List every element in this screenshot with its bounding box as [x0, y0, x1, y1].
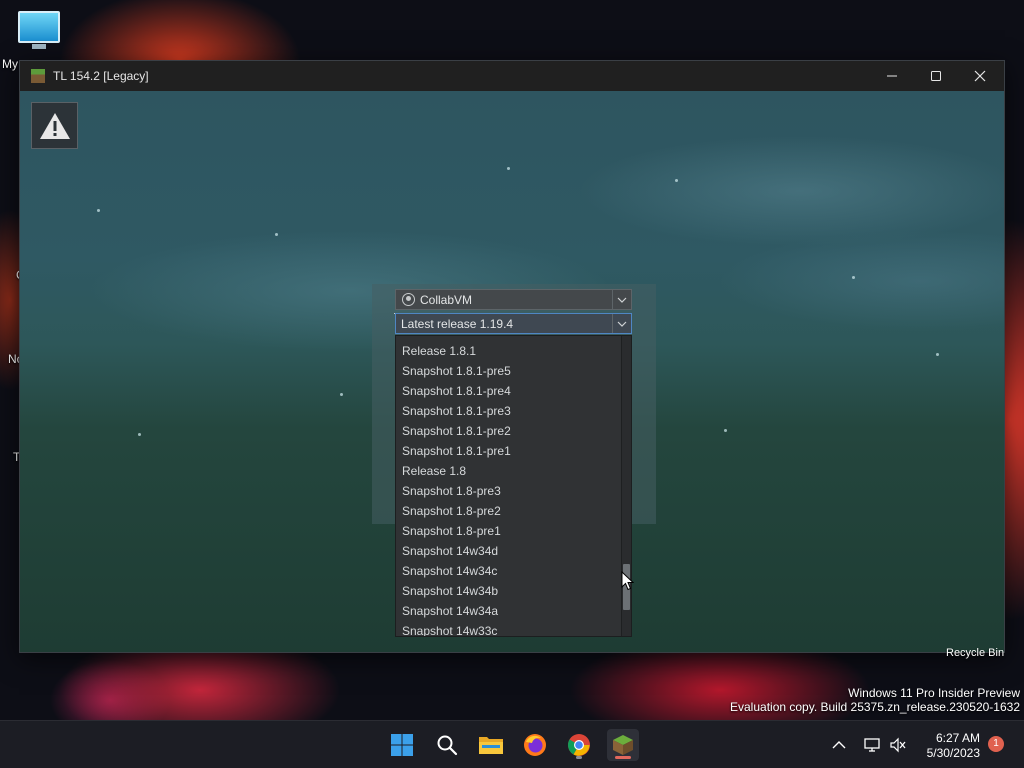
version-list-item[interactable]: Release 1.8.1 [396, 341, 631, 361]
background-star [275, 233, 278, 236]
volume-status[interactable] [889, 721, 907, 768]
launcher-window: TL 154.2 [Legacy] CollabVM Latest releas… [19, 60, 1005, 653]
version-list-item[interactable]: Release 1.8 [396, 461, 631, 481]
maximize-icon [931, 71, 941, 81]
warning-button[interactable] [31, 102, 78, 149]
chrome-icon [568, 734, 590, 756]
version-select[interactable]: Latest release 1.19.4 [395, 313, 632, 334]
version-dropdown-list[interactable]: Release 1.8.1 Snapshot 1.8.1-pre5 Snapsh… [395, 335, 632, 637]
version-list-item[interactable]: Snapshot 14w34c [396, 561, 631, 581]
background-star [675, 179, 678, 182]
background-star [852, 276, 855, 279]
network-status[interactable] [864, 721, 882, 768]
start-button[interactable] [386, 729, 418, 761]
background-star [97, 209, 100, 212]
user-icon [402, 293, 415, 306]
window-titlebar[interactable]: TL 154.2 [Legacy] [20, 61, 1004, 91]
windows-watermark: Windows 11 Pro Insider Preview Evaluatio… [730, 686, 1020, 714]
chevron-down-icon [612, 290, 631, 309]
chevron-up-icon [832, 741, 846, 749]
maximize-button[interactable] [914, 61, 958, 91]
version-list-item[interactable]: Snapshot 14w33c [396, 621, 631, 636]
search-button[interactable] [431, 729, 463, 761]
search-icon [437, 735, 458, 756]
version-list-item[interactable]: Snapshot 14w34a [396, 601, 631, 621]
file-explorer-button[interactable] [475, 729, 507, 761]
taskbar-clock[interactable]: 6:27 AM 5/30/2023 [910, 731, 980, 761]
chevron-down-icon [612, 314, 631, 333]
close-button[interactable] [958, 61, 1002, 91]
warning-icon [39, 112, 70, 139]
grass-block-icon [31, 69, 45, 83]
version-list-item[interactable]: Snapshot 1.8-pre2 [396, 501, 631, 521]
background-star [507, 167, 510, 170]
version-list-item[interactable]: Snapshot 1.8-pre1 [396, 521, 631, 541]
clock-time: 6:27 AM [935, 731, 980, 745]
version-list-item[interactable]: Snapshot 1.8.1-pre4 [396, 381, 631, 401]
background-star [138, 433, 141, 436]
minimize-icon [887, 75, 897, 77]
dropdown-scrollbar[interactable] [621, 336, 631, 636]
volume-muted-icon [890, 737, 906, 753]
active-indicator [615, 756, 631, 759]
version-list-item[interactable]: Snapshot 1.8.1-pre1 [396, 441, 631, 461]
tl-launcher-button[interactable] [607, 729, 639, 761]
watermark-line: Windows 11 Pro Insider Preview [848, 686, 1020, 700]
version-list-item[interactable]: Snapshot 14w34d [396, 541, 631, 561]
grass-block-icon [613, 735, 633, 755]
version-list-item[interactable]: Snapshot 1.8.1-pre3 [396, 401, 631, 421]
watermark-line: Evaluation copy. Build 25375.zn_release.… [730, 700, 1020, 714]
background-star [936, 353, 939, 356]
close-icon [974, 70, 986, 82]
version-list-item[interactable]: Snapshot 1.8.1-pre2 [396, 421, 631, 441]
mouse-cursor-icon [621, 571, 635, 591]
taskbar: 6:27 AM 5/30/2023 [0, 720, 1024, 768]
recycle-bin-label[interactable]: Recycle Bin [946, 647, 1004, 659]
clock-date: 5/30/2023 [926, 746, 980, 760]
show-hidden-icons-button[interactable] [832, 721, 846, 768]
folder-icon [479, 737, 503, 754]
minimize-button[interactable] [870, 61, 914, 91]
network-icon [864, 738, 880, 752]
version-list-item[interactable]: Snapshot 1.8.1-pre5 [396, 361, 631, 381]
running-indicator [576, 756, 582, 759]
background-star [724, 429, 727, 432]
version-select-value: Latest release 1.19.4 [401, 316, 514, 331]
chrome-button[interactable] [563, 729, 595, 761]
account-select-value: CollabVM [420, 292, 473, 307]
window-title: TL 154.2 [Legacy] [53, 69, 149, 83]
monitor-icon [18, 11, 60, 49]
account-select[interactable]: CollabVM [395, 289, 632, 310]
notification-badge[interactable]: 1 [988, 736, 1004, 752]
firefox-button[interactable] [519, 729, 551, 761]
firefox-icon [524, 734, 546, 756]
background-star [340, 393, 343, 396]
windows-start-icon [391, 734, 413, 756]
version-list-item[interactable]: Snapshot 14w34b [396, 581, 631, 601]
version-list-item[interactable]: Snapshot 1.8-pre3 [396, 481, 631, 501]
